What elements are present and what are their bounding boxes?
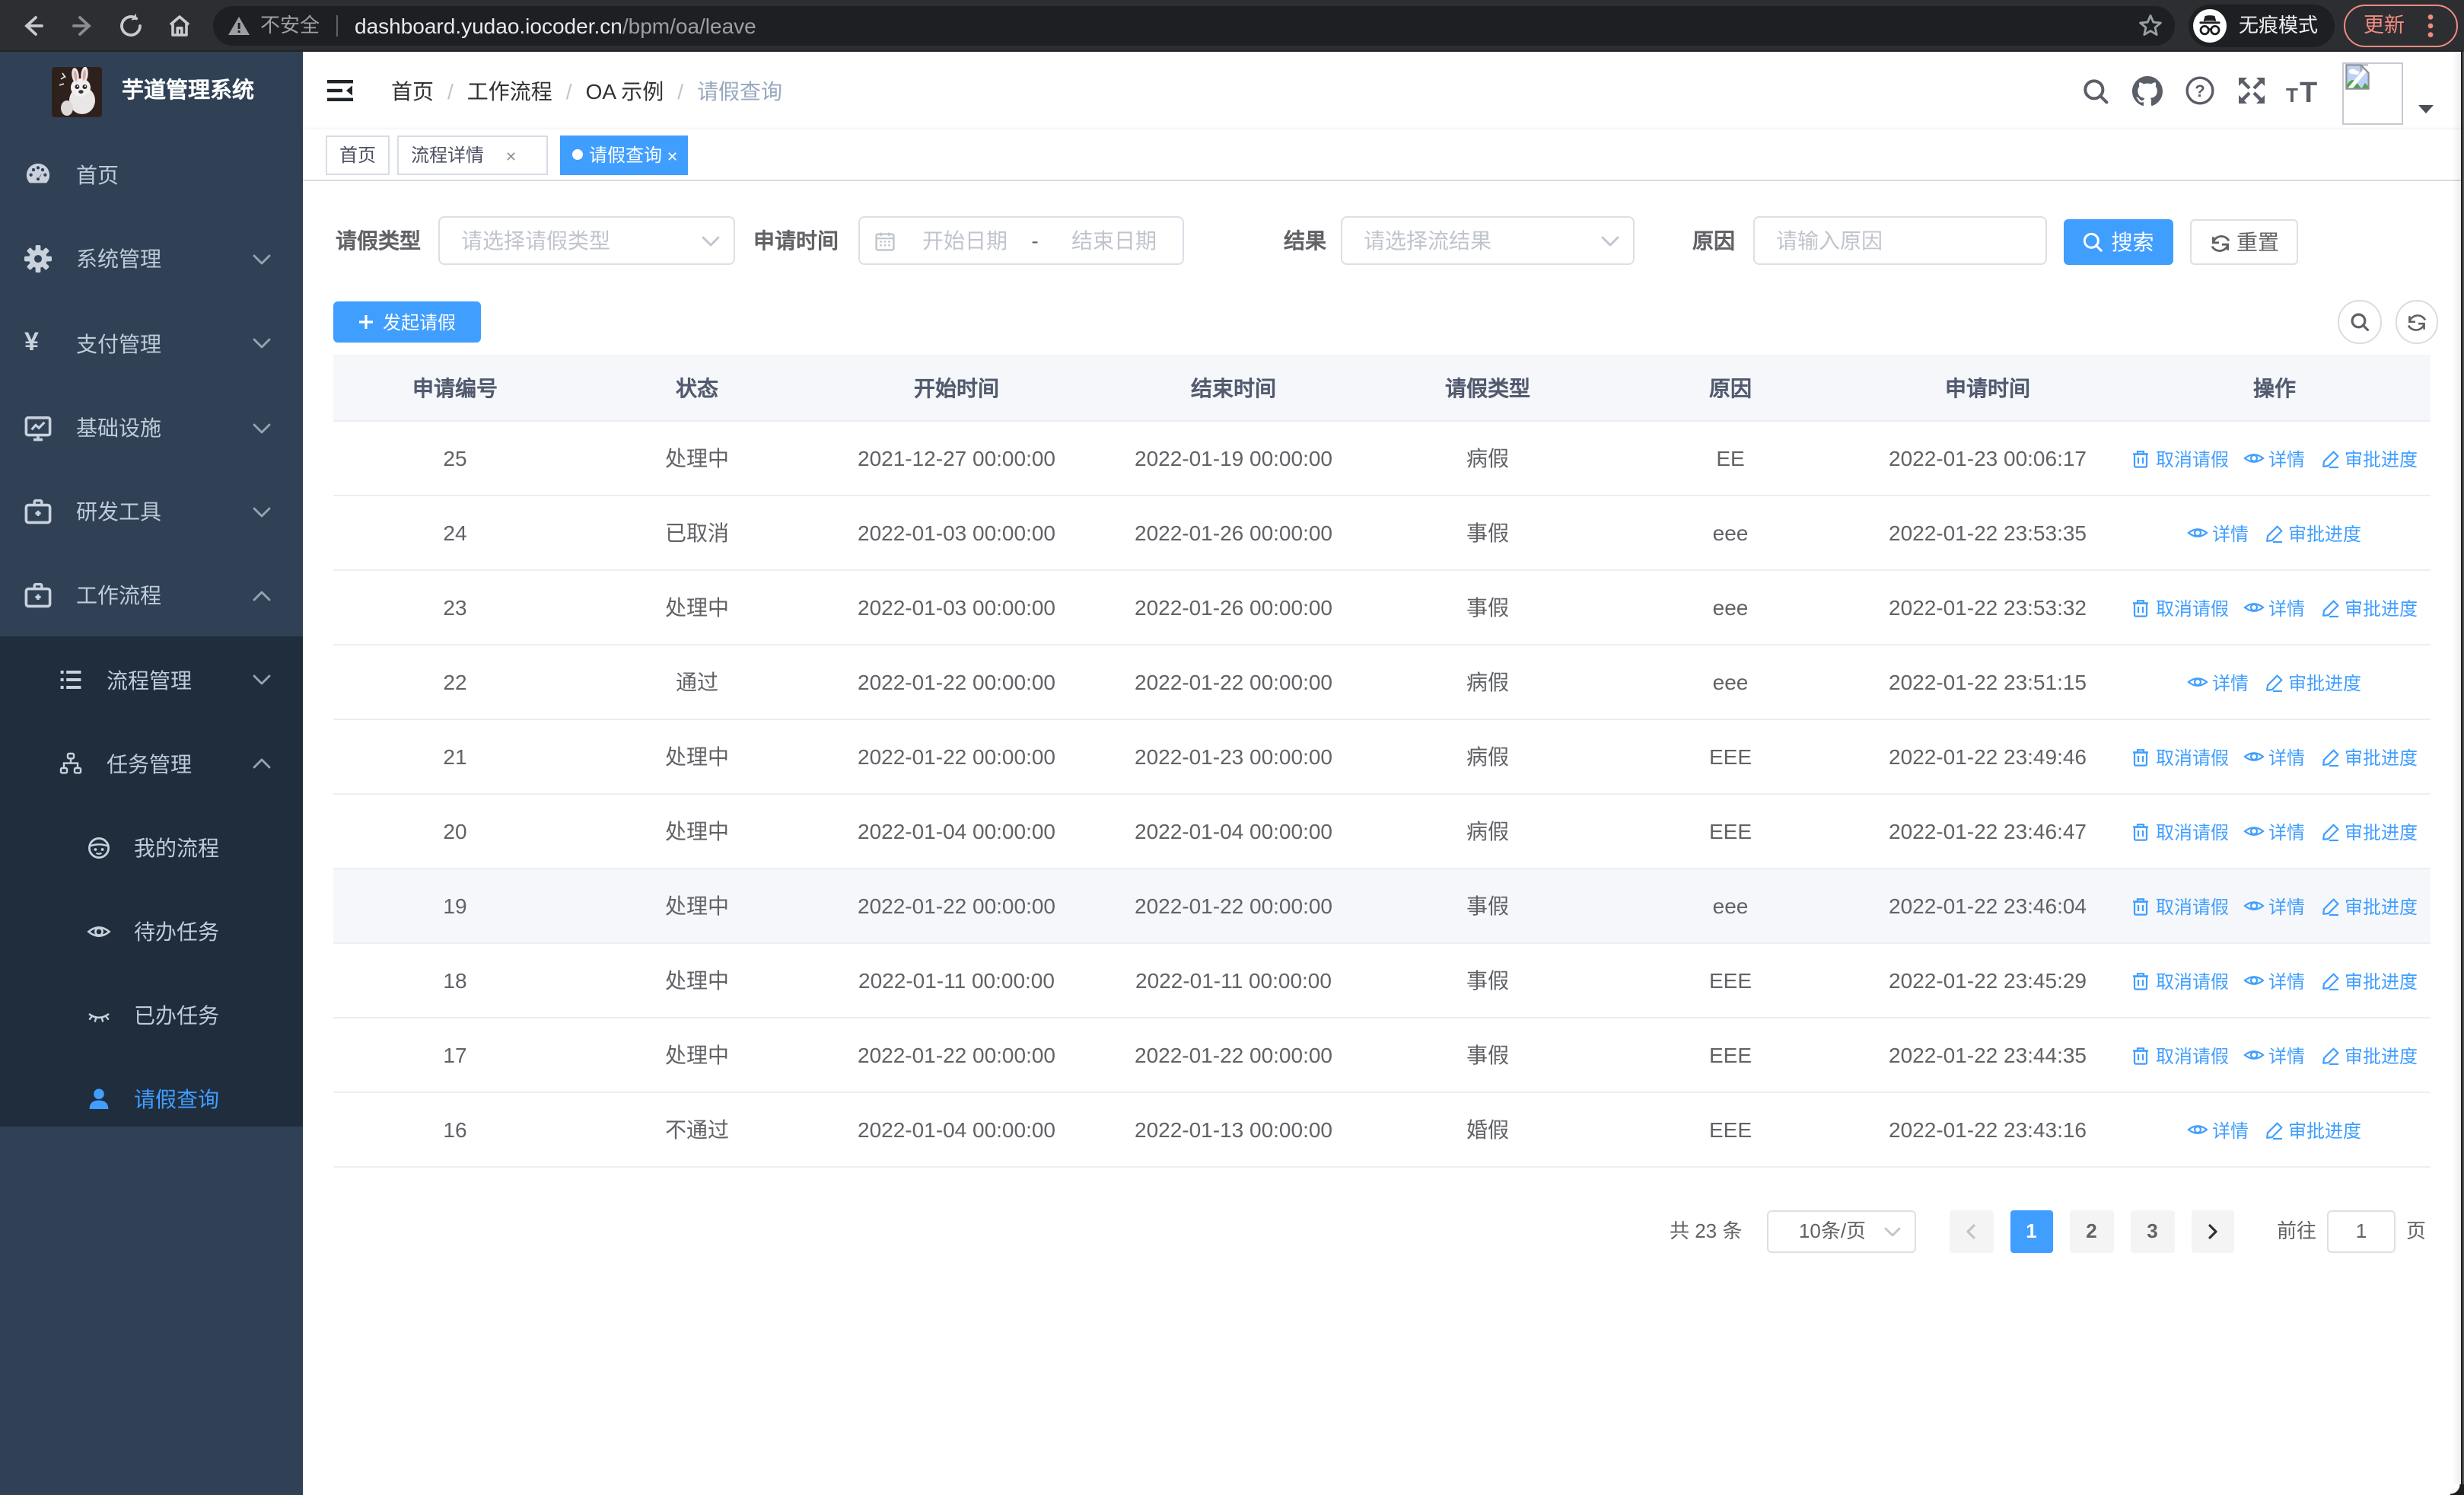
svg-text:T: T <box>2300 78 2317 105</box>
svg-text:T: T <box>2286 84 2298 105</box>
svg-text:?: ? <box>2195 81 2205 100</box>
